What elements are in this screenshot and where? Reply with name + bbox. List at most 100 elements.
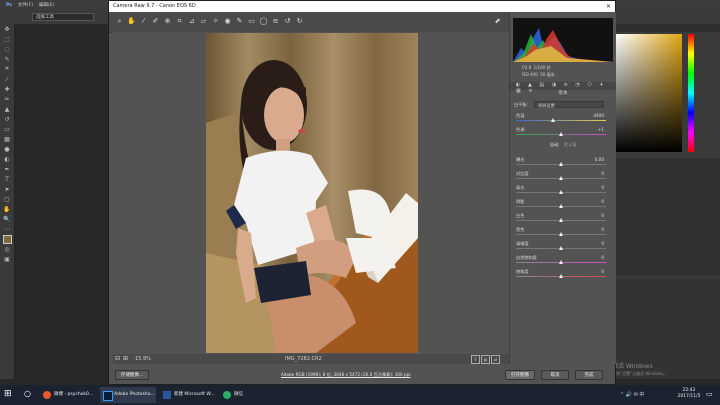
straighten-icon[interactable]: ⊿ — [187, 17, 196, 26]
color-sampler-icon[interactable]: ✐ — [151, 17, 160, 26]
slider-knob[interactable] — [558, 189, 563, 194]
notification-icon[interactable]: ▭ — [706, 390, 713, 398]
slider-knob[interactable] — [558, 175, 563, 180]
cancel-button[interactable]: 取消 — [541, 370, 569, 380]
slider-row[interactable]: 高光 0 — [510, 185, 616, 199]
history-brush-icon[interactable]: ↺ — [0, 114, 14, 124]
default-link[interactable]: 默认值 — [564, 142, 577, 148]
slider-value[interactable]: 0 — [601, 185, 604, 190]
zoom-tool-icon[interactable]: 🔍 — [0, 214, 14, 224]
white-balance-icon[interactable]: ⁄ — [139, 17, 148, 26]
zoom-level[interactable]: 15.9% — [135, 356, 151, 362]
hue-slider[interactable] — [688, 34, 694, 152]
hand-icon[interactable]: ✋ — [127, 17, 136, 26]
slider-value[interactable]: 0 — [601, 171, 604, 176]
color-swatch-icon[interactable] — [0, 234, 14, 244]
slider-row[interactable]: 饱和度 0 — [510, 269, 616, 283]
slider-row[interactable]: 自然饱和度 0 — [510, 255, 616, 269]
stamp-tool-icon[interactable]: ▲ — [0, 104, 14, 114]
type-tool-icon[interactable]: T — [0, 174, 14, 184]
eyedropper-tool-icon[interactable]: ⁄ — [0, 74, 14, 84]
slider-knob[interactable] — [559, 131, 564, 136]
slider-row[interactable]: 阴影 0 — [510, 199, 616, 213]
slider-knob[interactable] — [558, 273, 563, 278]
save-image-button[interactable]: 存储图像... — [115, 370, 149, 380]
healing-tool-icon[interactable]: ✚ — [0, 84, 14, 94]
radial-filter-icon[interactable]: ◯ — [259, 17, 268, 26]
lasso-tool-icon[interactable]: ◌ — [0, 44, 14, 54]
slider-knob[interactable] — [551, 117, 556, 122]
search-icon[interactable]: ○ — [24, 389, 31, 398]
workflow-options-link[interactable]: Adobe RGB (1998); 8 位; 3648 x 5472 (20.0… — [281, 372, 411, 378]
windows-start-icon[interactable]: ⊞ — [4, 389, 12, 399]
zoom-in-icon[interactable]: ⊞ — [123, 355, 128, 362]
rotate-left-icon[interactable]: ↺ — [283, 17, 292, 26]
slider-value[interactable]: 0 — [601, 241, 604, 246]
slider-value[interactable]: 0.00 — [595, 157, 604, 162]
done-button[interactable]: 完成 — [575, 370, 603, 380]
adjustment-brush-icon[interactable]: ✎ — [235, 17, 244, 26]
task-wechat[interactable]: 微信 — [220, 387, 260, 403]
more-tools-icon[interactable]: ⋯ — [0, 224, 14, 234]
slider-knob[interactable] — [558, 245, 563, 250]
targeted-adjust-icon[interactable]: ⊕ — [163, 17, 172, 26]
quick-select-tool-icon[interactable]: ✎ — [0, 54, 14, 64]
transform-icon[interactable]: ▱ — [199, 17, 208, 26]
red-eye-icon[interactable]: ◉ — [223, 17, 232, 26]
slider-knob[interactable] — [558, 161, 563, 166]
marquee-tool-icon[interactable]: ⬚ — [0, 34, 14, 44]
slider-value[interactable]: 4400 — [593, 113, 604, 118]
clock[interactable]: 22:42 2017/11/5 — [676, 388, 702, 400]
close-icon[interactable]: ✕ — [606, 1, 611, 12]
slider-row[interactable]: 白色 0 — [510, 213, 616, 227]
dodge-tool-icon[interactable]: ◐ — [0, 154, 14, 164]
task-photoshop[interactable]: Adobe Photosho... — [100, 387, 156, 403]
rotate-right-icon[interactable]: ↻ — [295, 17, 304, 26]
zoom-icon[interactable]: ⌕ — [115, 17, 124, 26]
blur-tool-icon[interactable]: ● — [0, 144, 14, 154]
path-select-tool-icon[interactable]: ➤ — [0, 184, 14, 194]
photo-preview[interactable] — [206, 33, 418, 353]
color-picker-field[interactable] — [616, 34, 682, 152]
view-toggle-y-icon[interactable]: Y — [471, 355, 480, 364]
tray-icons[interactable]: ⌃ 🔊 ✉ 中 — [620, 391, 644, 398]
slider-row[interactable]: 色温 4400 — [510, 113, 616, 127]
menu-file[interactable]: 文件(F) — [18, 2, 33, 8]
eraser-tool-icon[interactable]: ▭ — [0, 124, 14, 134]
auto-link[interactable]: 自动 — [550, 142, 558, 148]
brush-tool-icon[interactable]: ✏ — [0, 94, 14, 104]
spot-removal-icon[interactable]: ✧ — [211, 17, 220, 26]
slider-value[interactable]: +1 — [598, 127, 604, 132]
quick-mask-icon[interactable]: ◎ — [0, 244, 14, 254]
crop-icon[interactable]: ⌗ — [175, 17, 184, 26]
slider-value[interactable]: 0 — [601, 227, 604, 232]
slider-knob[interactable] — [558, 231, 563, 236]
slider-row[interactable]: 对比度 0 — [510, 171, 616, 185]
preferences-icon[interactable]: ≡ — [271, 17, 280, 26]
slider-value[interactable]: 0 — [601, 213, 604, 218]
task-weibo[interactable]: 微博 - psychok0... — [40, 387, 96, 403]
slider-row[interactable]: 色调 +1 — [510, 127, 616, 141]
open-image-button[interactable]: 打开图像 — [505, 370, 535, 380]
view-compare-icon[interactable]: ▤ — [481, 355, 490, 364]
white-balance-select[interactable]: 原照设置 — [534, 101, 604, 108]
options-select[interactable]: 选择工具 — [32, 13, 94, 21]
menu-edit[interactable]: 编辑(E) — [39, 2, 54, 8]
gradient-tool-icon[interactable]: ▦ — [0, 134, 14, 144]
slider-value[interactable]: 0 — [601, 269, 604, 274]
fullscreen-icon[interactable]: ⬈ — [493, 17, 502, 26]
slider-value[interactable]: 0 — [601, 199, 604, 204]
view-swap-icon[interactable]: ⇄ — [491, 355, 500, 364]
slider-knob[interactable] — [558, 203, 563, 208]
slider-row[interactable]: 曝光 0.00 — [510, 157, 616, 171]
slider-track[interactable] — [516, 120, 606, 121]
slider-knob[interactable] — [558, 217, 563, 222]
move-tool-icon[interactable]: ✥ — [0, 24, 14, 34]
pen-tool-icon[interactable]: ✒ — [0, 164, 14, 174]
task-word[interactable]: 新建 Microsoft W... — [160, 387, 216, 403]
shape-tool-icon[interactable]: ▢ — [0, 194, 14, 204]
slider-row[interactable]: 黑色 0 — [510, 227, 616, 241]
slider-knob[interactable] — [558, 259, 563, 264]
crop-tool-icon[interactable]: ⌗ — [0, 64, 14, 74]
hand-tool-icon[interactable]: ✋ — [0, 204, 14, 214]
